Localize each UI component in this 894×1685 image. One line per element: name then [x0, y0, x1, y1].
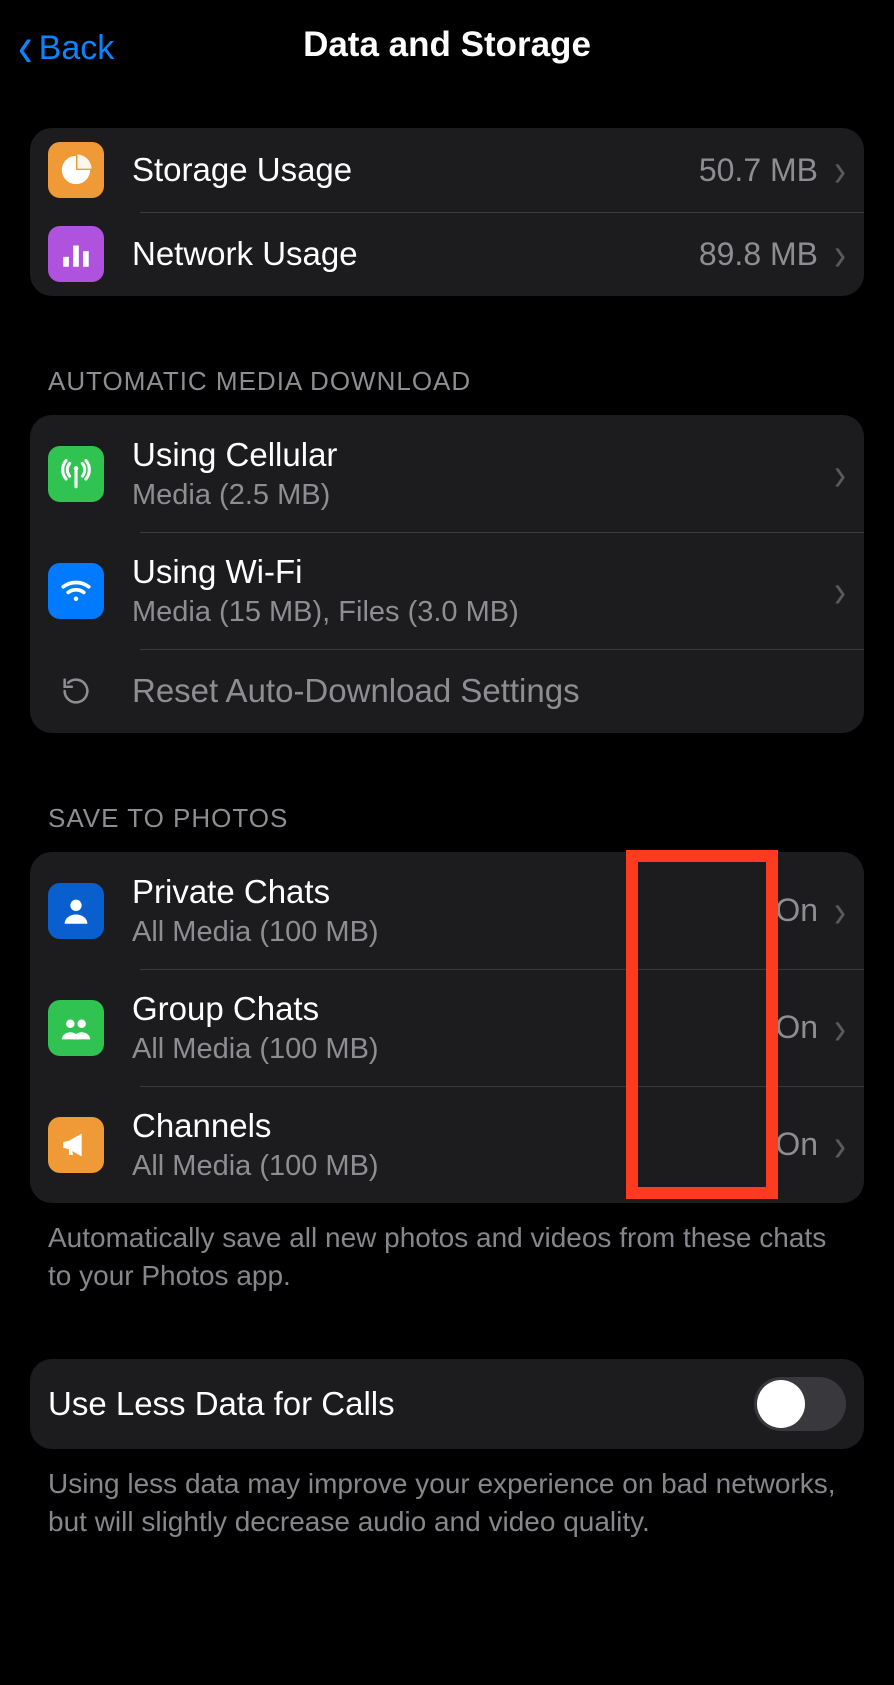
network-usage-label: Network Usage [132, 234, 699, 274]
group-chats-label: Group Chats [132, 989, 775, 1029]
using-wifi-sublabel: Media (15 MB), Files (3.0 MB) [132, 596, 834, 629]
network-usage-value: 89.8 MB [699, 236, 818, 273]
group-icon [48, 1000, 104, 1056]
private-chats-label: Private Chats [132, 872, 775, 912]
channels-row[interactable]: Channels All Media (100 MB) On › [30, 1086, 864, 1203]
use-less-data-switch[interactable] [754, 1377, 846, 1431]
group-chats-value: On [775, 1009, 818, 1046]
wifi-icon [48, 563, 104, 619]
chevron-right-icon: › [834, 231, 846, 278]
using-cellular-label: Using Cellular [132, 435, 834, 475]
save-to-photos-header: SAVE TO PHOTOS [30, 803, 864, 852]
channels-label: Channels [132, 1106, 775, 1146]
nav-bar: ‹ Back Data and Storage [0, 0, 894, 90]
reset-icon [48, 663, 104, 719]
chevron-right-icon: › [834, 450, 846, 497]
usage-group: Storage Usage 50.7 MB › Network Usage 89… [30, 128, 864, 296]
back-label: Back [39, 29, 115, 68]
chevron-left-icon: ‹ [18, 19, 33, 76]
reset-label: Reset Auto-Download Settings [132, 671, 846, 711]
group-chats-sublabel: All Media (100 MB) [132, 1033, 775, 1066]
channels-value: On [775, 1126, 818, 1163]
chevron-right-icon: › [834, 147, 846, 194]
reset-auto-download-row[interactable]: Reset Auto-Download Settings [30, 649, 864, 733]
storage-usage-row[interactable]: Storage Usage 50.7 MB › [30, 128, 864, 212]
storage-usage-label: Storage Usage [132, 150, 699, 190]
group-chats-row[interactable]: Group Chats All Media (100 MB) On › [30, 969, 864, 1086]
save-to-photos-footer: Automatically save all new photos and vi… [30, 1203, 864, 1295]
private-chats-sublabel: All Media (100 MB) [132, 916, 775, 949]
less-data-footer: Using less data may improve your experie… [30, 1449, 864, 1541]
auto-download-group: Using Cellular Media (2.5 MB) › Using Wi… [30, 415, 864, 733]
chevron-right-icon: › [834, 887, 846, 934]
auto-download-header: AUTOMATIC MEDIA DOWNLOAD [30, 366, 864, 415]
pie-chart-icon [48, 142, 104, 198]
using-cellular-sublabel: Media (2.5 MB) [132, 479, 834, 512]
private-chats-row[interactable]: Private Chats All Media (100 MB) On › [30, 852, 864, 969]
less-data-group: Use Less Data for Calls [30, 1359, 864, 1449]
person-icon [48, 883, 104, 939]
page-title: Data and Storage [303, 25, 591, 65]
use-less-data-label: Use Less Data for Calls [48, 1384, 754, 1424]
chevron-right-icon: › [834, 1121, 846, 1168]
network-usage-row[interactable]: Network Usage 89.8 MB › [30, 212, 864, 296]
chevron-right-icon: › [834, 1004, 846, 1051]
back-button[interactable]: ‹ Back [18, 26, 114, 70]
private-chats-value: On [775, 892, 818, 929]
antenna-icon [48, 446, 104, 502]
using-wifi-label: Using Wi-Fi [132, 552, 834, 592]
save-to-photos-group: Private Chats All Media (100 MB) On › Gr… [30, 852, 864, 1203]
chevron-right-icon: › [834, 567, 846, 614]
storage-usage-value: 50.7 MB [699, 152, 818, 189]
channels-sublabel: All Media (100 MB) [132, 1150, 775, 1183]
using-cellular-row[interactable]: Using Cellular Media (2.5 MB) › [30, 415, 864, 532]
use-less-data-row[interactable]: Use Less Data for Calls [30, 1359, 864, 1449]
using-wifi-row[interactable]: Using Wi-Fi Media (15 MB), Files (3.0 MB… [30, 532, 864, 649]
megaphone-icon [48, 1117, 104, 1173]
bar-chart-icon [48, 226, 104, 282]
